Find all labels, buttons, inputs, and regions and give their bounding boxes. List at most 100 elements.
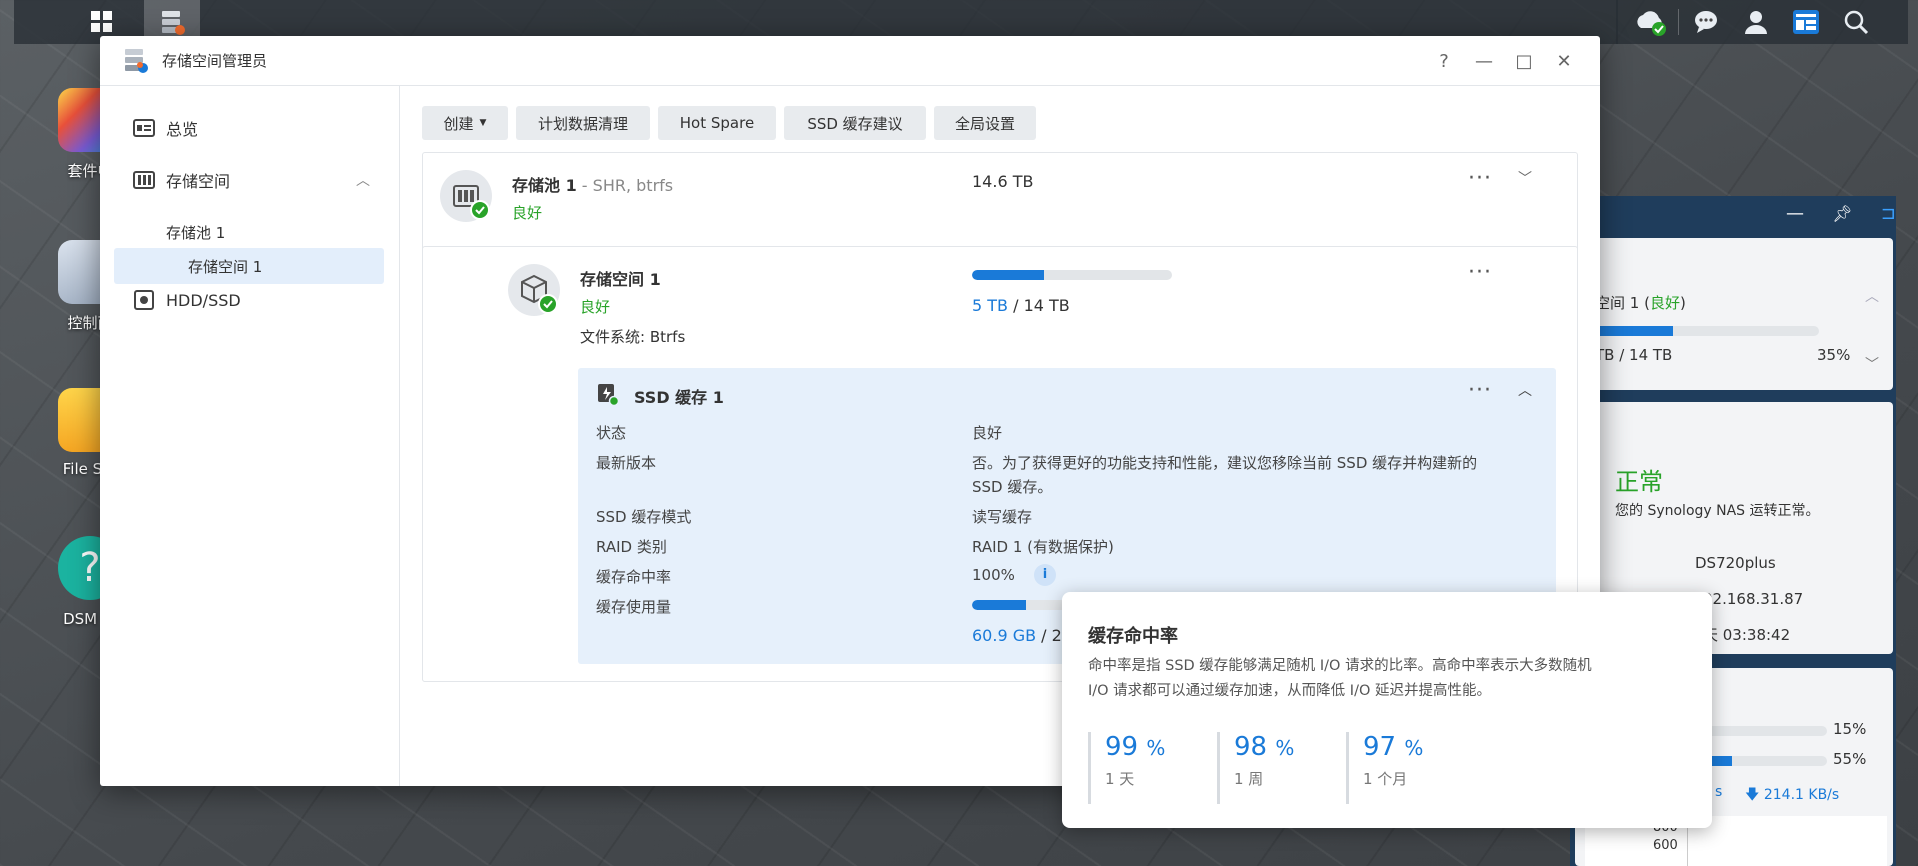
hit-rate-tooltip: 缓存命中率 命中率是指 SSD 缓存能够满足随机 I/O 请求的比率。高命中率表… (1062, 592, 1712, 828)
global-settings-button[interactable]: 全局设置 (934, 106, 1036, 140)
ssd-row-label: 最新版本 (596, 454, 657, 472)
pool-name: 存储池 1 - SHR, btrfs (512, 176, 674, 195)
sidebar-item-label: 存储空间 (166, 172, 231, 191)
pin-icon[interactable]: 📌︎ (1832, 204, 1852, 223)
ssd-row-value: 良好 (972, 424, 1003, 442)
ssd-row-value: SSD 缓存。 (972, 478, 1053, 496)
sidebar-item-label: 存储空间 1 (188, 257, 263, 276)
resource-speed-down: 🡇︎ 214.1 KB/s (1745, 787, 1840, 803)
more-icon[interactable]: ··· (1468, 262, 1492, 284)
widgets-button[interactable] (1781, 0, 1831, 44)
more-icon[interactable]: ··· (1468, 168, 1492, 190)
widget-panel-controls: — 📌︎ ⊐ (1786, 202, 1896, 224)
hit-rate-stat-month: 97 % 1 个月 (1346, 732, 1466, 804)
storage-manager-icon (162, 11, 185, 35)
sidebar-item-label: HDD/SSD (166, 290, 241, 310)
widget-minimize-button[interactable]: — (1786, 203, 1804, 224)
volume-filesystem: 文件系统: Btrfs (580, 328, 686, 346)
ssd-cache-title: SSD 缓存 1 (634, 388, 724, 407)
chevron-up-icon[interactable]: ︿ (1865, 286, 1879, 306)
stat-label: 1 周 (1234, 770, 1264, 788)
help-button[interactable]: ? (1430, 48, 1458, 74)
ssd-cache-icon (596, 382, 620, 410)
cloud-sync-button[interactable] (1626, 0, 1676, 44)
tooltip-desc-line1: 命中率是指 SSD 缓存能够满足随机 I/O 请求的比率。高命中率表示大多数随机 (1088, 658, 1592, 674)
search-button[interactable] (1831, 0, 1881, 44)
ssd-cache-usage: 60.9 GB / 2 (972, 626, 1062, 645)
resource-pct-2: 55% (1833, 750, 1867, 768)
health-model: DS720plus (1695, 554, 1776, 572)
ssd-advisor-button[interactable]: SSD 缓存建议 (784, 106, 926, 140)
cloud-sync-icon (1637, 11, 1666, 36)
volume-name: 存储空间 1 (580, 270, 661, 289)
stat-value: 98 (1234, 732, 1268, 762)
sidebar-item-label: 存储池 1 (166, 223, 226, 242)
ssd-row-value: RAID 1 (有数据保护) (972, 538, 1114, 556)
ssd-cache-usage-bar-fill (972, 600, 1026, 610)
sidebar-item-hdd[interactable]: HDD/SSD (114, 282, 384, 318)
schedule-scrub-button[interactable]: 计划数据清理 (516, 106, 650, 140)
hit-rate-stat-day: 99 % 1 天 (1088, 732, 1208, 804)
info-icon[interactable]: i (1034, 564, 1056, 586)
ssd-row-label: RAID 类别 (596, 538, 667, 556)
overview-icon (132, 118, 156, 138)
minimize-button[interactable]: — (1470, 48, 1498, 74)
window-titlebar[interactable]: 存储空间管理员 ? — □ ✕ (100, 36, 1600, 86)
health-ip: 92.168.31.87 (1703, 590, 1804, 608)
chevron-up-icon[interactable]: ︿ (356, 170, 370, 190)
stat-value: 97 (1363, 732, 1397, 762)
widget-storage-percent: 35% (1817, 346, 1851, 364)
stat-value: 99 (1105, 732, 1139, 762)
more-icon[interactable]: ··· (1468, 380, 1492, 402)
ssd-row-value: 100% (972, 566, 1015, 584)
volume-status: 良好 (580, 298, 611, 316)
sidebar-item-overview[interactable]: 总览 (114, 110, 384, 146)
chat-icon (1695, 11, 1717, 33)
ssd-row-label: 缓存使用量 (596, 598, 672, 616)
sidebar-item-volume[interactable]: 存储空间 1 (114, 248, 384, 284)
widget-storage-usage: TB / 14 TB (1595, 346, 1673, 364)
widget-storage-bar-fill (1595, 326, 1674, 336)
chevron-up-icon[interactable]: ︿ (1518, 380, 1532, 400)
download-arrow-icon: 🡇︎ (1745, 787, 1760, 803)
tray-divider (1678, 9, 1679, 35)
widget-layout-icon[interactable]: ⊐ (1881, 203, 1896, 224)
stat-label: 1 天 (1105, 770, 1135, 788)
caret-down-icon: ▼ (479, 118, 487, 128)
storage-manager-icon (125, 48, 148, 73)
sidebar-item-storage[interactable]: 存储空间 ︿ (114, 162, 384, 198)
chevron-down-icon[interactable]: ﹀ (1518, 168, 1532, 188)
tooltip-title: 缓存命中率 (1088, 626, 1178, 647)
stat-unit: % (1146, 736, 1166, 760)
pool-icon (440, 170, 492, 222)
sidebar: 总览 存储空间 ︿ 存储池 1 存储空间 1 HDD/SSD (100, 86, 400, 786)
user-button[interactable] (1731, 0, 1781, 44)
ssd-row-value: 读写缓存 (972, 508, 1033, 526)
window-title: 存储空间管理员 (162, 52, 268, 70)
ssd-row-label: 缓存命中率 (596, 568, 672, 586)
maximize-button[interactable]: □ (1510, 48, 1538, 74)
search-icon (1844, 10, 1869, 35)
health-uptime: 天 03:38:42 (1703, 626, 1791, 644)
ssd-row-value: 否。为了获得更好的功能支持和性能，建议您移除当前 SSD 缓存并构建新的 (972, 454, 1478, 472)
volume-icon (508, 264, 560, 316)
sidebar-item-pool[interactable]: 存储池 1 (114, 214, 384, 250)
volume-usage-bar (972, 270, 1172, 280)
hot-spare-button[interactable]: Hot Spare (658, 106, 776, 140)
hit-rate-stat-week: 98 % 1 周 (1217, 732, 1337, 804)
sidebar-item-label: 总览 (166, 120, 199, 139)
system-tray (1616, 0, 1908, 44)
widget-storage-title: 空间 1 (良好) (1595, 294, 1686, 312)
ssd-row-label: SSD 缓存模式 (596, 508, 692, 526)
chevron-down-icon[interactable]: ﹀ (1865, 354, 1879, 374)
hdd-icon (132, 290, 156, 310)
ssd-row-label: 状态 (596, 424, 627, 442)
health-message: 您的 Synology NAS 运转正常。 (1615, 503, 1820, 519)
close-button[interactable]: ✕ (1550, 48, 1578, 74)
widgets-icon (1793, 10, 1819, 34)
user-icon (1745, 11, 1767, 34)
create-button[interactable]: 创建 ▼ (422, 106, 508, 140)
chat-button[interactable] (1681, 0, 1731, 44)
grid-icon (91, 11, 112, 32)
volume-usage-bar-fill (972, 270, 1044, 280)
